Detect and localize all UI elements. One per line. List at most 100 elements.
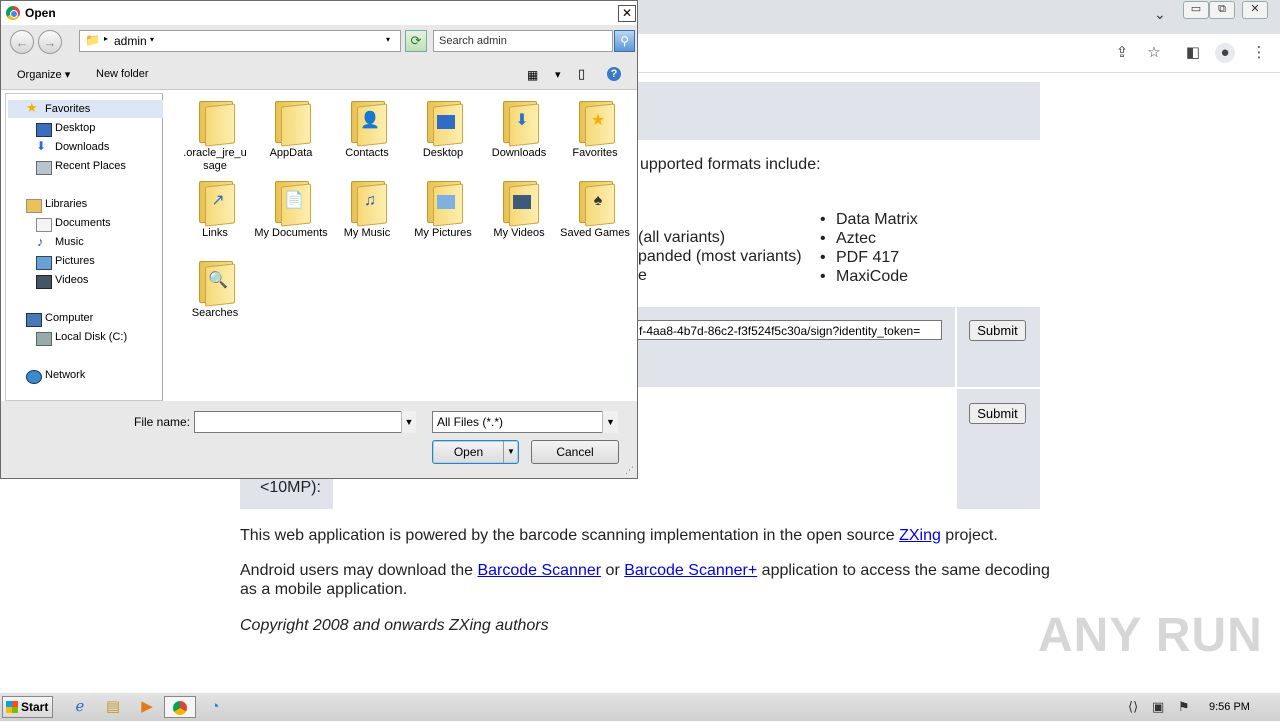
network-tray-icon[interactable]: ▣ xyxy=(1152,699,1164,715)
file-type-select[interactable]: All Files (*.*) xyxy=(432,411,618,433)
search-icon[interactable]: ⚲ xyxy=(614,30,635,52)
new-folder-button[interactable]: New folder xyxy=(96,68,149,80)
dialog-close-button[interactable]: ✕ xyxy=(618,5,636,22)
close-window-button[interactable]: ✕ xyxy=(1242,1,1268,19)
organize-menu[interactable]: Organize ▾ xyxy=(17,68,70,81)
breadcrumb-dropdown-icon[interactable]: ▾ xyxy=(150,35,154,44)
refresh-button[interactable]: ⟳ xyxy=(405,30,427,52)
media-player-icon[interactable]: ▶ xyxy=(134,696,160,718)
nav-favorites[interactable]: Favorites xyxy=(45,103,90,115)
nav-libraries[interactable]: Libraries xyxy=(45,198,87,210)
search-placeholder: Search admin xyxy=(439,35,507,47)
android-text: Android users may download the Barcode S… xyxy=(240,562,1050,579)
file-item[interactable]: ♠ Saved Games xyxy=(558,179,632,240)
clock[interactable]: 9:56 PM xyxy=(1209,701,1250,713)
desktop-icon xyxy=(36,123,52,137)
barcode-scanner-plus-link[interactable]: Barcode Scanner+ xyxy=(624,562,757,579)
nav-videos[interactable]: Videos xyxy=(55,274,88,286)
nav-music[interactable]: Music xyxy=(55,236,84,248)
cancel-button[interactable]: Cancel xyxy=(531,440,619,464)
ie-icon[interactable]: ℯ xyxy=(67,696,93,718)
nav-local-disk[interactable]: Local Disk (C:) xyxy=(55,331,127,343)
restore-button[interactable]: ⧉ xyxy=(1209,1,1235,19)
dialog-toolbar: Organize ▾ New folder ▦ ▾ ▯ ? xyxy=(1,61,637,90)
file-name-label: File name: xyxy=(134,415,191,429)
zxing-link[interactable]: ZXing xyxy=(899,527,941,544)
dialog-title: Open xyxy=(25,6,56,20)
barcode-scanner-link[interactable]: Barcode Scanner xyxy=(477,562,601,579)
nav-documents[interactable]: Documents xyxy=(55,217,111,229)
file-item[interactable]: AppData xyxy=(254,99,328,160)
chrome-taskbar-icon[interactable] xyxy=(164,696,196,718)
sidebar-icon[interactable]: ◧ xyxy=(1183,43,1203,63)
nav-recent-places[interactable]: Recent Places xyxy=(55,160,126,172)
submit-file-button[interactable]: Submit xyxy=(969,403,1026,424)
file-item[interactable]: ⬇ Downloads xyxy=(482,99,556,160)
powered-by-text: This web application is powered by the b… xyxy=(240,527,998,544)
search-input[interactable]: Search admin xyxy=(433,30,613,52)
file-type-dropdown-icon[interactable]: ▼ xyxy=(602,411,618,433)
file-item[interactable]: ↗ Links xyxy=(178,179,252,240)
view-dropdown-icon[interactable]: ▾ xyxy=(555,68,561,81)
url-input[interactable]: f-4aa8-4b7d-86c2-f3f524f5c30a/sign?ident… xyxy=(632,320,942,340)
pictures-folder-icon xyxy=(423,179,463,227)
action-center-flag-icon[interactable]: ⚑ xyxy=(1178,699,1190,715)
file-item-label: AppData xyxy=(269,147,313,159)
format-left-1: (all variants) xyxy=(638,229,726,246)
nav-pictures[interactable]: Pictures xyxy=(55,255,95,267)
file-name-dropdown-icon[interactable]: ▼ xyxy=(401,411,416,433)
contacts-folder-icon: 👤 xyxy=(347,99,387,147)
breadcrumb-admin[interactable]: admin xyxy=(114,34,147,48)
star-icon[interactable]: ☆ xyxy=(1144,43,1164,63)
videos-folder-icon xyxy=(499,179,539,227)
show-hidden-icons[interactable]: ⟨⟩ xyxy=(1128,699,1138,715)
taskbar: Start ℯ ▤ ▶ ◔ ⟨⟩ ▣ ⚑ 9:56 PM xyxy=(0,692,1280,721)
breadcrumb-arrow-icon[interactable]: ▸ xyxy=(104,34,108,43)
windows-logo-icon xyxy=(6,701,18,713)
open-split-dropdown-icon[interactable]: ▼ xyxy=(503,441,518,463)
file-item[interactable]: ♫ My Music xyxy=(330,179,404,240)
file-item[interactable]: Desktop xyxy=(406,99,480,160)
desktop-folder-icon xyxy=(423,99,463,147)
file-item[interactable]: 📄 My Documents xyxy=(254,179,328,240)
nav-network[interactable]: Network xyxy=(45,369,85,381)
forward-button[interactable]: → xyxy=(38,30,62,54)
file-size-label: <10MP): xyxy=(260,479,321,496)
file-item[interactable]: .oracle_jre_u sage xyxy=(178,99,252,173)
file-item[interactable]: 👤 Contacts xyxy=(330,99,404,160)
back-button[interactable]: ← xyxy=(10,30,34,54)
profile-icon[interactable]: ● xyxy=(1215,43,1235,63)
file-item[interactable]: My Videos xyxy=(482,179,556,240)
submit-url-button[interactable]: Submit xyxy=(969,320,1026,341)
explorer-icon[interactable]: ▤ xyxy=(100,696,126,718)
file-item-label: Searches xyxy=(191,307,239,319)
file-item[interactable]: My Pictures xyxy=(406,179,480,240)
minimize-button[interactable]: ▭ xyxy=(1183,1,1209,19)
address-history-dropdown-icon[interactable]: ▾ xyxy=(386,35,390,44)
cell-divider xyxy=(955,307,957,509)
tab-search-chevron-icon[interactable]: ⌄ xyxy=(1154,6,1166,23)
file-item[interactable]: ★ Favorites xyxy=(558,99,632,160)
help-icon[interactable]: ? xyxy=(607,67,621,81)
view-options-icon[interactable]: ▦ xyxy=(527,68,538,82)
nav-desktop[interactable]: Desktop xyxy=(55,122,95,134)
edge-icon[interactable]: ◔ xyxy=(202,696,228,718)
start-button[interactable]: Start xyxy=(2,696,53,718)
searches-folder-icon: 🔍 xyxy=(195,259,235,307)
file-item-label: Saved Games xyxy=(560,227,630,239)
file-name-input[interactable] xyxy=(194,411,416,433)
open-button[interactable]: Open ▼ xyxy=(432,440,519,464)
nav-downloads[interactable]: Downloads xyxy=(55,141,109,153)
format-left-2: panded (most variants) xyxy=(638,248,802,265)
resize-grip-icon[interactable]: ⋰ xyxy=(625,465,634,476)
favorites-folder-icon: ★ xyxy=(575,99,615,147)
address-bar[interactable]: 📁 ▸ admin ▾ ▾ xyxy=(79,30,401,52)
file-item[interactable]: 🔍 Searches xyxy=(178,259,252,320)
dialog-footer: File name: ▼ All Files (*.*) ▼ Open ▼ Ca… xyxy=(1,401,637,478)
preview-pane-icon[interactable]: ▯ xyxy=(578,66,585,82)
links-folder-icon: ↗ xyxy=(195,179,235,227)
file-item-label: My Music xyxy=(343,227,391,239)
menu-icon[interactable]: ⋮ xyxy=(1249,43,1269,63)
share-icon[interactable]: ⇪ xyxy=(1112,43,1132,63)
nav-computer[interactable]: Computer xyxy=(45,312,93,324)
